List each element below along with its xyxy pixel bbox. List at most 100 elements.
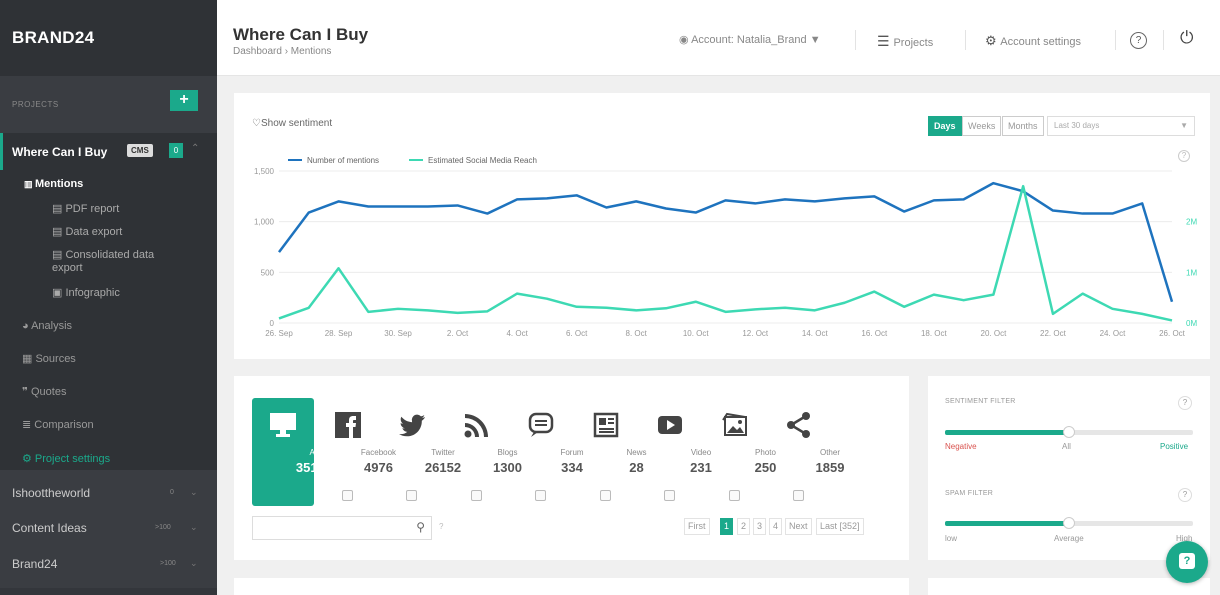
mentions-chart-panel: ♡Show sentiment Days Weeks Months Last 3… [234,93,1210,359]
page-1[interactable]: 1 [720,518,734,535]
power-icon[interactable]: ⏻ [1180,28,1193,48]
other-project[interactable]: Content Ideas >100 ⌄ [0,513,217,543]
active-project[interactable]: Where Can I Buy CMS 0 ⌃ [0,133,217,170]
x-tick-label: 4. Oct [506,329,528,338]
project-count-badge: 0 [169,143,183,158]
x-tick-label: 18. Oct [921,329,948,338]
series-line-1 [278,184,1173,322]
y-right-tick-label: 1M [1186,268,1197,277]
projects-menu[interactable]: ☰ Projects [877,33,933,50]
heart-icon: ♡ [252,118,261,129]
spam-help-icon[interactable]: ? [1178,488,1192,502]
chat-widget-button[interactable]: ? [1166,541,1208,583]
source-checkbox[interactable] [728,490,740,501]
projects-label: PROJECTS [12,100,59,109]
months-button[interactable]: Months [1002,116,1044,136]
help-icon[interactable]: ? [1130,32,1147,49]
page-first[interactable]: First [684,518,710,535]
page-next[interactable]: Next [785,518,812,535]
page-4[interactable]: 4 [769,518,783,535]
other-project[interactable]: Brand24 >100 ⌄ [0,549,217,579]
spam-mid-label: Average [1054,534,1084,543]
twitter-icon [397,410,427,440]
source-tile-video[interactable]: Video 231 [639,398,712,506]
x-tick-label: 28. Sep [325,329,353,338]
project-count: >100 [160,560,176,567]
days-button[interactable]: Days [928,116,962,136]
chevron-down-icon[interactable]: ⌄ [190,522,198,533]
add-project-button[interactable]: + [170,90,198,111]
y-right-tick-label: 0M [1186,319,1197,328]
hamburger-icon: ☰ [877,33,894,49]
spam-slider-handle[interactable] [1063,517,1075,529]
page-2[interactable]: 2 [737,518,751,535]
image-icon: ▣ [52,287,66,299]
period-select[interactable]: Last 30 days ▼ [1047,116,1195,136]
sentiment-filter-label: SENTIMENT FILTER [945,398,1016,405]
spam-filter-label: SPAM FILTER [945,490,994,497]
source-checkbox[interactable] [664,490,675,501]
projects-header: PROJECTS + [0,76,217,133]
spam-slider[interactable] [945,517,1193,529]
bank-icon: ▦ [22,353,36,365]
sidebar-item-quotes[interactable]: ❞ Quotes [22,385,66,398]
sidebar-item-pdf-report[interactable]: ▤ PDF report [52,202,119,215]
sidebar-item-analysis[interactable]: ◕ Analysis [22,320,72,332]
chat-icon: ? [1179,553,1195,569]
sidebar-item-mentions[interactable]: ▥ Mentions [24,178,83,190]
sidebar-item-comparison[interactable]: ≣ Comparison [22,418,94,431]
search-box[interactable]: ⚲ [252,516,432,540]
source-tile-forum[interactable]: Forum 334 [510,398,584,506]
weeks-button[interactable]: Weeks [962,116,1002,136]
source-tile-photo[interactable]: Photo 250 [704,398,776,506]
x-tick-label: 30. Sep [384,329,412,338]
account-menu[interactable]: ◉ Account: Natalia_Brand ▼ [679,33,821,46]
source-checkbox[interactable] [535,490,546,501]
sidebar-item-infographic[interactable]: ▣ Infographic [52,286,120,299]
source-checkbox[interactable] [470,490,482,501]
sidebar-item-project-settings[interactable]: ⚙ Project settings [22,452,110,465]
chevron-down-icon[interactable]: ⌄ [190,487,198,498]
source-tile-other[interactable]: Other 1859 [768,398,844,506]
sentiment-slider-fill [945,430,1069,435]
breadcrumb[interactable]: Dashboard › Mentions [233,46,331,57]
page-last[interactable]: Last [352] [816,518,864,535]
y-left-tick-label: 1,000 [254,218,275,227]
sidebar-item-data-export[interactable]: ▤ Data export [52,225,122,238]
chevron-down-icon[interactable]: ⌄ [190,558,198,569]
search-input[interactable] [257,518,407,538]
sentiment-high-label: Positive [1160,442,1189,451]
source-tile-news[interactable]: News 28 [575,398,647,506]
y-right-tick-label: 2M [1186,218,1197,227]
chevron-up-icon[interactable]: ⌃ [191,143,199,154]
sentiment-slider[interactable] [945,426,1193,438]
show-sentiment-toggle[interactable]: ♡Show sentiment [252,118,332,129]
other-project[interactable]: Ishoottheworld 0 ⌄ [0,478,217,508]
sentiment-slider-handle[interactable] [1063,426,1075,438]
source-checkbox[interactable] [341,490,353,501]
sentiment-help-icon[interactable]: ? [1178,396,1192,410]
source-tile-facebook[interactable]: Facebook 4976 [317,398,396,506]
sources-panel: All 35130 Facebook 4976 Twitter 26152 Blogs 130… [234,376,909,560]
sidebar-item-consolidated-export[interactable]: ▤ Consolidated data [52,248,154,261]
monitor-icon [268,410,298,440]
source-tile-twitter[interactable]: Twitter 26152 [381,398,461,506]
source-checkbox[interactable] [793,490,804,501]
sidebar: BRAND24 PROJECTS + Where Can I Buy CMS 0… [0,0,217,595]
source-tile-all[interactable]: All 35130 [252,398,332,506]
account-settings-link[interactable]: ⚙ Account settings [985,33,1081,49]
y-left-tick-label: 1,500 [254,167,275,176]
page-3[interactable]: 3 [753,518,767,535]
search-icon[interactable]: ⚲ [416,520,425,534]
source-checkbox[interactable] [599,490,611,501]
page-title: Where Can I Buy [233,25,369,44]
sidebar-item-sources[interactable]: ▦ Sources [22,352,76,365]
divider [965,30,966,50]
source-tile-blogs[interactable]: Blogs 1300 [446,398,522,506]
gears-icon: ⚙ [22,453,35,465]
cms-badge: CMS [127,144,153,157]
chart-help-icon[interactable]: ? [1178,150,1190,162]
source-checkbox[interactable] [406,490,417,501]
search-help-icon[interactable]: ? [439,522,443,531]
spam-low-label: low [945,534,958,543]
